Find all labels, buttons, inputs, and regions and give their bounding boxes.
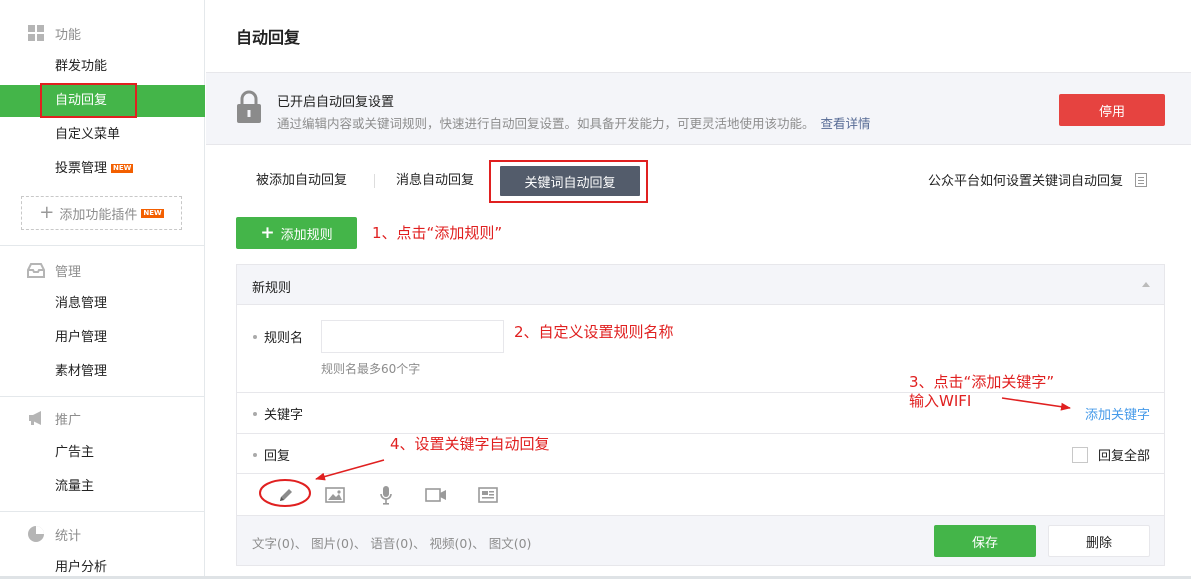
sidebar-item-vote[interactable]: 投票管理 NEW [55, 159, 134, 179]
reply-label-text: 回复 [264, 449, 291, 464]
rule-name-input[interactable] [321, 320, 504, 353]
reply-all-checkbox[interactable] [1071, 446, 1088, 463]
rule-header-title: 新规则 [252, 281, 292, 296]
rule-footer: 文字(0)、 图片(0)、 语音(0)、 视频(0)、 图文(0) 保存 删除 [237, 515, 1164, 565]
view-details-link[interactable]: 查看详情 [821, 116, 871, 131]
reply-label: 回复 [253, 445, 290, 464]
reply-toolbar [237, 474, 1164, 515]
rule-header[interactable]: 新规则 [237, 265, 1164, 305]
status-banner: 已开启自动回复设置 通过编辑内容或关键词规则，快速进行自动回复设置。如具备开发能… [206, 72, 1191, 145]
reply-all-label: 回复全部 [1097, 449, 1150, 464]
sidebar-section-promote: 推广 [27, 408, 81, 428]
sidebar-item-messages[interactable]: 消息管理 [55, 294, 107, 314]
rule-panel: 新规则 规则名 规则名最多60个字 关键字 添加关键字 回复 回复全部 文字(0… [236, 264, 1165, 566]
row-divider [237, 392, 1164, 393]
video-icon[interactable] [425, 484, 447, 506]
keyword-label: 关键字 [253, 404, 303, 423]
plus-icon: + [39, 202, 55, 223]
sidebar-item-user-analysis[interactable]: 用户分析 [55, 558, 107, 578]
collapse-caret-icon[interactable] [1142, 282, 1150, 287]
sidebar-item-users[interactable]: 用户管理 [55, 328, 107, 348]
new-badge: NEW [111, 164, 134, 173]
sidebar-section-title: 功能 [55, 27, 82, 43]
annotation-step3-line2: 输入WIFI [909, 392, 972, 410]
sidebar-item-auto-reply[interactable]: 自动回复 [0, 85, 205, 117]
pie-chart-icon [27, 525, 45, 543]
image-icon[interactable] [324, 484, 346, 506]
annotation-step1: 1、点击“添加规则” [372, 224, 503, 242]
sidebar-divider [0, 396, 205, 397]
reply-all-option[interactable]: 回复全部 [1071, 445, 1150, 464]
tab-keyword-reply[interactable]: 关键词自动回复 [500, 166, 640, 196]
sidebar-section-title: 推广 [55, 412, 82, 428]
sidebar-section-title: 统计 [55, 528, 82, 544]
new-badge: NEW [141, 208, 164, 218]
pencil-icon[interactable] [275, 484, 297, 506]
sidebar-item-mass-send[interactable]: 群发功能 [55, 57, 107, 77]
main-content: 自动回复 已开启自动回复设置 通过编辑内容或关键词规则，快速进行自动回复设置。如… [206, 0, 1191, 579]
news-icon[interactable] [477, 484, 499, 506]
annotation-step4: 4、设置关键字自动回复 [390, 435, 550, 453]
delete-button[interactable]: 删除 [1048, 525, 1150, 557]
disable-button[interactable]: 停用 [1059, 94, 1165, 126]
sidebar-section-stats: 统计 [27, 524, 81, 544]
sidebar-item-custom-menu[interactable]: 自定义菜单 [55, 125, 120, 145]
microphone-icon[interactable] [375, 484, 397, 506]
megaphone-icon [27, 409, 45, 427]
lock-icon [236, 90, 262, 128]
add-keyword-link[interactable]: 添加关键字 [1085, 404, 1150, 423]
banner-description: 通过编辑内容或关键词规则，快速进行自动回复设置。如具备开发能力，可更灵活地使用该… [277, 113, 871, 132]
content-counts: 文字(0)、 图片(0)、 语音(0)、 视频(0)、 图文(0) [252, 536, 532, 551]
document-icon [1135, 172, 1148, 187]
row-divider [237, 433, 1164, 434]
sidebar: 功能 群发功能 自动回复 自定义菜单 投票管理 NEW + 添加功能插件 NEW 管… [0, 0, 205, 579]
keyword-label-text: 关键字 [264, 408, 304, 423]
tab-message-reply[interactable]: 消息自动回复 [396, 169, 474, 188]
plus-icon: + [260, 222, 275, 243]
tab-divider [374, 174, 375, 188]
bullet-dot [253, 334, 257, 339]
sidebar-divider [0, 511, 205, 512]
add-rule-label: 添加规则 [280, 227, 333, 243]
tab-added-reply[interactable]: 被添加自动回复 [256, 169, 347, 188]
sidebar-item-publisher[interactable]: 流量主 [55, 477, 94, 497]
annotation-step2: 2、自定义设置规则名称 [514, 323, 674, 341]
inbox-icon [27, 261, 45, 279]
rule-name-hint: 规则名最多60个字 [321, 362, 421, 376]
bullet-dot [253, 411, 257, 416]
add-plugin-button[interactable]: + 添加功能插件 NEW [21, 196, 182, 230]
sidebar-item-advertiser[interactable]: 广告主 [55, 443, 94, 463]
sidebar-item-materials[interactable]: 素材管理 [55, 362, 107, 382]
banner-title: 已开启自动回复设置 [277, 95, 395, 110]
add-plugin-label: 添加功能插件 [59, 207, 138, 223]
sidebar-section-manage: 管理 [27, 260, 81, 280]
banner-description-text: 通过编辑内容或关键词规则，快速进行自动回复设置。如具备开发能力，可更灵活地使用该… [277, 116, 815, 131]
rule-name-label-text: 规则名 [264, 331, 304, 346]
sidebar-item-label: 投票管理 [55, 161, 108, 176]
bullet-dot [253, 452, 257, 457]
sidebar-divider [0, 245, 205, 246]
sidebar-section-function: 功能 [27, 23, 81, 43]
page-title: 自动回复 [236, 28, 301, 47]
sidebar-section-title: 管理 [55, 264, 82, 280]
rule-name-label: 规则名 [253, 327, 303, 346]
save-button[interactable]: 保存 [934, 525, 1036, 557]
help-link[interactable]: 公众平台如何设置关键词自动回复 [928, 170, 1148, 189]
grid-icon [27, 24, 45, 42]
annotation-step3-line1: 3、点击“添加关键字” [909, 373, 1055, 391]
add-rule-button[interactable]: + 添加规则 [236, 217, 357, 249]
help-link-label: 公众平台如何设置关键词自动回复 [928, 174, 1124, 189]
